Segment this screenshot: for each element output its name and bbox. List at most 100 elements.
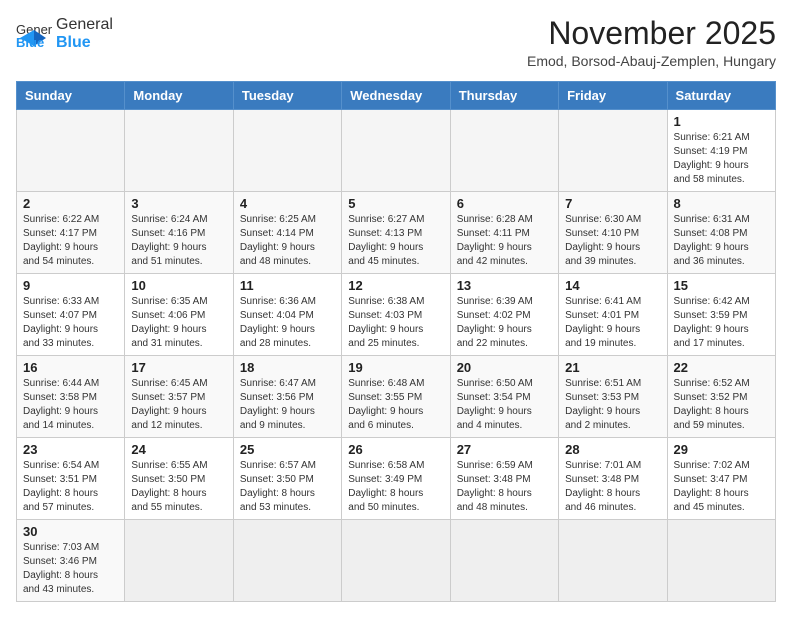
day-number: 22	[674, 360, 769, 375]
day-number: 26	[348, 442, 443, 457]
calendar-header: SundayMondayTuesdayWednesdayThursdayFrid…	[17, 82, 776, 110]
day-info: Sunrise: 6:22 AM Sunset: 4:17 PM Dayligh…	[23, 213, 118, 269]
day-number: 16	[23, 360, 118, 375]
weekday-header-sunday: Sunday	[17, 82, 125, 110]
calendar-day-cell: 16 Sunrise: 6:44 AM Sunset: 3:58 PM Dayli…	[17, 356, 125, 438]
calendar-week-row: 9 Sunrise: 6:33 AM Sunset: 4:07 PM Daylig…	[17, 274, 776, 356]
day-info: Sunrise: 6:33 AM Sunset: 4:07 PM Dayligh…	[23, 295, 118, 351]
calendar-day-cell: 10Sunrise: 6:35 AM Sunset: 4:06 PM Dayli…	[125, 274, 233, 356]
day-info: Sunrise: 6:25 AM Sunset: 4:14 PM Dayligh…	[240, 213, 335, 269]
calendar-day-cell: 1Sunrise: 6:21 AM Sunset: 4:19 PM Daylig…	[667, 110, 775, 192]
calendar-day-cell: 12Sunrise: 6:38 AM Sunset: 4:03 PM Dayli…	[342, 274, 450, 356]
day-number: 20	[457, 360, 552, 375]
calendar-day-cell	[125, 110, 233, 192]
calendar-day-cell: 24 Sunrise: 6:55 AM Sunset: 3:50 PM Dayli…	[125, 438, 233, 520]
calendar-title: November 2025	[527, 16, 776, 51]
calendar-day-cell: 30 Sunrise: 7:03 AM Sunset: 3:46 PM Dayli…	[17, 520, 125, 602]
weekday-header-thursday: Thursday	[450, 82, 558, 110]
day-number: 27	[457, 442, 552, 457]
calendar-table: SundayMondayTuesdayWednesdayThursdayFrid…	[16, 81, 776, 602]
weekday-header-monday: Monday	[125, 82, 233, 110]
calendar-subtitle: Emod, Borsod-Abauj-Zemplen, Hungary	[527, 53, 776, 69]
generalblue-logo-icon: General Blue	[16, 20, 52, 48]
logo-blue-text: Blue	[56, 34, 113, 52]
logo: General Blue General Blue	[16, 16, 113, 52]
day-info: Sunrise: 6:47 AM Sunset: 3:56 PM Dayligh…	[240, 377, 335, 433]
calendar-day-cell: 25 Sunrise: 6:57 AM Sunset: 3:50 PM Dayli…	[233, 438, 341, 520]
calendar-day-cell: 11 Sunrise: 6:36 AM Sunset: 4:04 PM Dayli…	[233, 274, 341, 356]
calendar-day-cell	[450, 110, 558, 192]
day-number: 30	[23, 524, 118, 539]
day-info: Sunrise: 6:51 AM Sunset: 3:53 PM Dayligh…	[565, 377, 660, 433]
calendar-day-cell: 14Sunrise: 6:41 AM Sunset: 4:01 PM Dayli…	[559, 274, 667, 356]
calendar-day-cell: 17Sunrise: 6:45 AM Sunset: 3:57 PM Dayli…	[125, 356, 233, 438]
calendar-day-cell: 18 Sunrise: 6:47 AM Sunset: 3:56 PM Dayli…	[233, 356, 341, 438]
day-info: Sunrise: 6:35 AM Sunset: 4:06 PM Dayligh…	[131, 295, 226, 351]
calendar-day-cell: 21 Sunrise: 6:51 AM Sunset: 3:53 PM Dayli…	[559, 356, 667, 438]
day-info: Sunrise: 6:58 AM Sunset: 3:49 PM Dayligh…	[348, 459, 443, 515]
page-header: General Blue General Blue November 2025 …	[16, 16, 776, 69]
calendar-day-cell: 29 Sunrise: 7:02 AM Sunset: 3:47 PM Dayli…	[667, 438, 775, 520]
day-info: Sunrise: 6:54 AM Sunset: 3:51 PM Dayligh…	[23, 459, 118, 515]
day-info: Sunrise: 6:52 AM Sunset: 3:52 PM Dayligh…	[674, 377, 769, 433]
calendar-day-cell: 4 Sunrise: 6:25 AM Sunset: 4:14 PM Daylig…	[233, 192, 341, 274]
weekday-header-wednesday: Wednesday	[342, 82, 450, 110]
day-info: Sunrise: 6:30 AM Sunset: 4:10 PM Dayligh…	[565, 213, 660, 269]
day-info: Sunrise: 7:01 AM Sunset: 3:48 PM Dayligh…	[565, 459, 660, 515]
calendar-day-cell	[342, 520, 450, 602]
day-info: Sunrise: 6:48 AM Sunset: 3:55 PM Dayligh…	[348, 377, 443, 433]
day-info: Sunrise: 7:03 AM Sunset: 3:46 PM Dayligh…	[23, 541, 118, 597]
weekday-header-friday: Friday	[559, 82, 667, 110]
day-info: Sunrise: 6:39 AM Sunset: 4:02 PM Dayligh…	[457, 295, 552, 351]
day-number: 25	[240, 442, 335, 457]
day-number: 2	[23, 196, 118, 211]
day-number: 11	[240, 278, 335, 293]
calendar-week-row: 16 Sunrise: 6:44 AM Sunset: 3:58 PM Dayli…	[17, 356, 776, 438]
calendar-week-row: 23 Sunrise: 6:54 AM Sunset: 3:51 PM Dayli…	[17, 438, 776, 520]
day-number: 4	[240, 196, 335, 211]
day-number: 3	[131, 196, 226, 211]
day-number: 19	[348, 360, 443, 375]
day-info: Sunrise: 6:57 AM Sunset: 3:50 PM Dayligh…	[240, 459, 335, 515]
weekday-header-saturday: Saturday	[667, 82, 775, 110]
calendar-day-cell	[125, 520, 233, 602]
calendar-day-cell: 9 Sunrise: 6:33 AM Sunset: 4:07 PM Daylig…	[17, 274, 125, 356]
day-info: Sunrise: 6:44 AM Sunset: 3:58 PM Dayligh…	[23, 377, 118, 433]
calendar-day-cell	[342, 110, 450, 192]
calendar-day-cell: 5Sunrise: 6:27 AM Sunset: 4:13 PM Daylig…	[342, 192, 450, 274]
calendar-day-cell: 3 Sunrise: 6:24 AM Sunset: 4:16 PM Daylig…	[125, 192, 233, 274]
weekday-header-tuesday: Tuesday	[233, 82, 341, 110]
calendar-day-cell	[450, 520, 558, 602]
calendar-day-cell	[17, 110, 125, 192]
day-info: Sunrise: 6:21 AM Sunset: 4:19 PM Dayligh…	[674, 131, 769, 187]
calendar-week-row: 1Sunrise: 6:21 AM Sunset: 4:19 PM Daylig…	[17, 110, 776, 192]
day-number: 14	[565, 278, 660, 293]
day-number: 9	[23, 278, 118, 293]
day-info: Sunrise: 6:50 AM Sunset: 3:54 PM Dayligh…	[457, 377, 552, 433]
day-number: 28	[565, 442, 660, 457]
day-number: 13	[457, 278, 552, 293]
calendar-day-cell	[559, 110, 667, 192]
day-info: Sunrise: 6:55 AM Sunset: 3:50 PM Dayligh…	[131, 459, 226, 515]
day-number: 21	[565, 360, 660, 375]
calendar-day-cell: 26 Sunrise: 6:58 AM Sunset: 3:49 PM Dayli…	[342, 438, 450, 520]
svg-text:Blue: Blue	[16, 35, 44, 48]
calendar-day-cell: 20 Sunrise: 6:50 AM Sunset: 3:54 PM Dayli…	[450, 356, 558, 438]
day-info: Sunrise: 6:24 AM Sunset: 4:16 PM Dayligh…	[131, 213, 226, 269]
day-info: Sunrise: 6:28 AM Sunset: 4:11 PM Dayligh…	[457, 213, 552, 269]
day-info: Sunrise: 7:02 AM Sunset: 3:47 PM Dayligh…	[674, 459, 769, 515]
day-info: Sunrise: 6:31 AM Sunset: 4:08 PM Dayligh…	[674, 213, 769, 269]
day-info: Sunrise: 6:45 AM Sunset: 3:57 PM Dayligh…	[131, 377, 226, 433]
day-number: 8	[674, 196, 769, 211]
day-number: 12	[348, 278, 443, 293]
day-number: 24	[131, 442, 226, 457]
day-number: 6	[457, 196, 552, 211]
day-number: 7	[565, 196, 660, 211]
day-info: Sunrise: 6:36 AM Sunset: 4:04 PM Dayligh…	[240, 295, 335, 351]
calendar-day-cell	[233, 110, 341, 192]
day-number: 23	[23, 442, 118, 457]
day-number: 18	[240, 360, 335, 375]
calendar-body: 1Sunrise: 6:21 AM Sunset: 4:19 PM Daylig…	[17, 110, 776, 602]
calendar-day-cell: 27Sunrise: 6:59 AM Sunset: 3:48 PM Dayli…	[450, 438, 558, 520]
day-number: 29	[674, 442, 769, 457]
